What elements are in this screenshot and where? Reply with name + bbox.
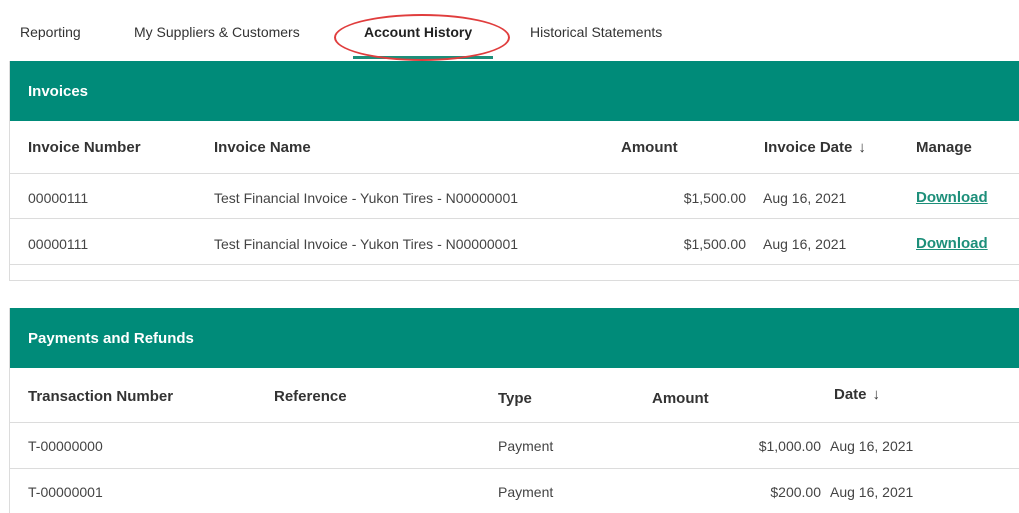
type-cell: Payment bbox=[498, 438, 554, 454]
payment-amount-cell: $1,000.00 bbox=[758, 438, 821, 454]
invoice-date-cell: Aug 16, 2021 bbox=[763, 236, 847, 252]
tab-reporting[interactable]: Reporting bbox=[20, 24, 81, 40]
tab-account-history[interactable]: Account History bbox=[364, 24, 472, 40]
tab-my-suppliers-customers[interactable]: My Suppliers & Customers bbox=[134, 24, 300, 40]
col-date[interactable]: Date ↓ bbox=[834, 386, 880, 403]
col-type: Type bbox=[498, 390, 532, 407]
col-invoice-number: Invoice Number bbox=[28, 139, 141, 156]
payment-amount-cell: $200.00 bbox=[770, 484, 821, 500]
invoice-number-cell: 00000111 bbox=[28, 236, 89, 252]
col-amount: Amount bbox=[621, 139, 678, 156]
row-divider bbox=[10, 264, 1019, 265]
tab-historical-statements[interactable]: Historical Statements bbox=[530, 24, 662, 40]
payment-date-cell: Aug 16, 2021 bbox=[830, 484, 914, 500]
row-divider bbox=[10, 468, 1019, 469]
row-divider bbox=[10, 422, 1019, 423]
download-link[interactable]: Download bbox=[916, 189, 988, 206]
invoice-amount-cell: $1,500.00 bbox=[683, 190, 746, 206]
invoice-date-cell: Aug 16, 2021 bbox=[763, 190, 847, 206]
invoices-panel: Invoices Invoice Number Invoice Name Amo… bbox=[9, 61, 1019, 281]
transaction-number-cell: T-00000000 bbox=[28, 438, 103, 454]
invoice-name-cell: Test Financial Invoice - Yukon Tires - N… bbox=[214, 190, 519, 206]
invoice-number-cell: 00000111 bbox=[28, 190, 89, 206]
row-divider bbox=[10, 173, 1019, 174]
col-reference: Reference bbox=[274, 388, 347, 405]
col-date-label: Date bbox=[834, 386, 867, 403]
active-tab-indicator bbox=[353, 56, 493, 59]
row-divider bbox=[10, 218, 1019, 219]
type-cell: Payment bbox=[498, 484, 554, 500]
col-invoice-name: Invoice Name bbox=[214, 139, 311, 156]
col-invoice-date-label: Invoice Date bbox=[764, 139, 853, 156]
col-transaction-number: Transaction Number bbox=[28, 388, 174, 405]
col-manage: Manage bbox=[916, 139, 972, 156]
transaction-number-cell: T-00000001 bbox=[28, 484, 103, 500]
sort-down-icon: ↓ bbox=[872, 386, 881, 403]
payment-date-cell: Aug 16, 2021 bbox=[830, 438, 914, 454]
download-link[interactable]: Download bbox=[916, 235, 988, 252]
invoice-amount-cell: $1,500.00 bbox=[683, 236, 746, 252]
invoices-header: Invoices bbox=[10, 61, 1019, 121]
col-invoice-date[interactable]: Invoice Date ↓ bbox=[764, 139, 866, 156]
tab-bar: Reporting My Suppliers & Customers Accou… bbox=[0, 0, 1019, 61]
payments-panel: Payments and Refunds Transaction Number … bbox=[9, 308, 1019, 513]
payments-header: Payments and Refunds bbox=[10, 308, 1019, 368]
invoice-name-cell: Test Financial Invoice - Yukon Tires - N… bbox=[214, 236, 519, 252]
sort-down-icon: ↓ bbox=[858, 139, 866, 156]
col-amount: Amount bbox=[652, 390, 709, 407]
